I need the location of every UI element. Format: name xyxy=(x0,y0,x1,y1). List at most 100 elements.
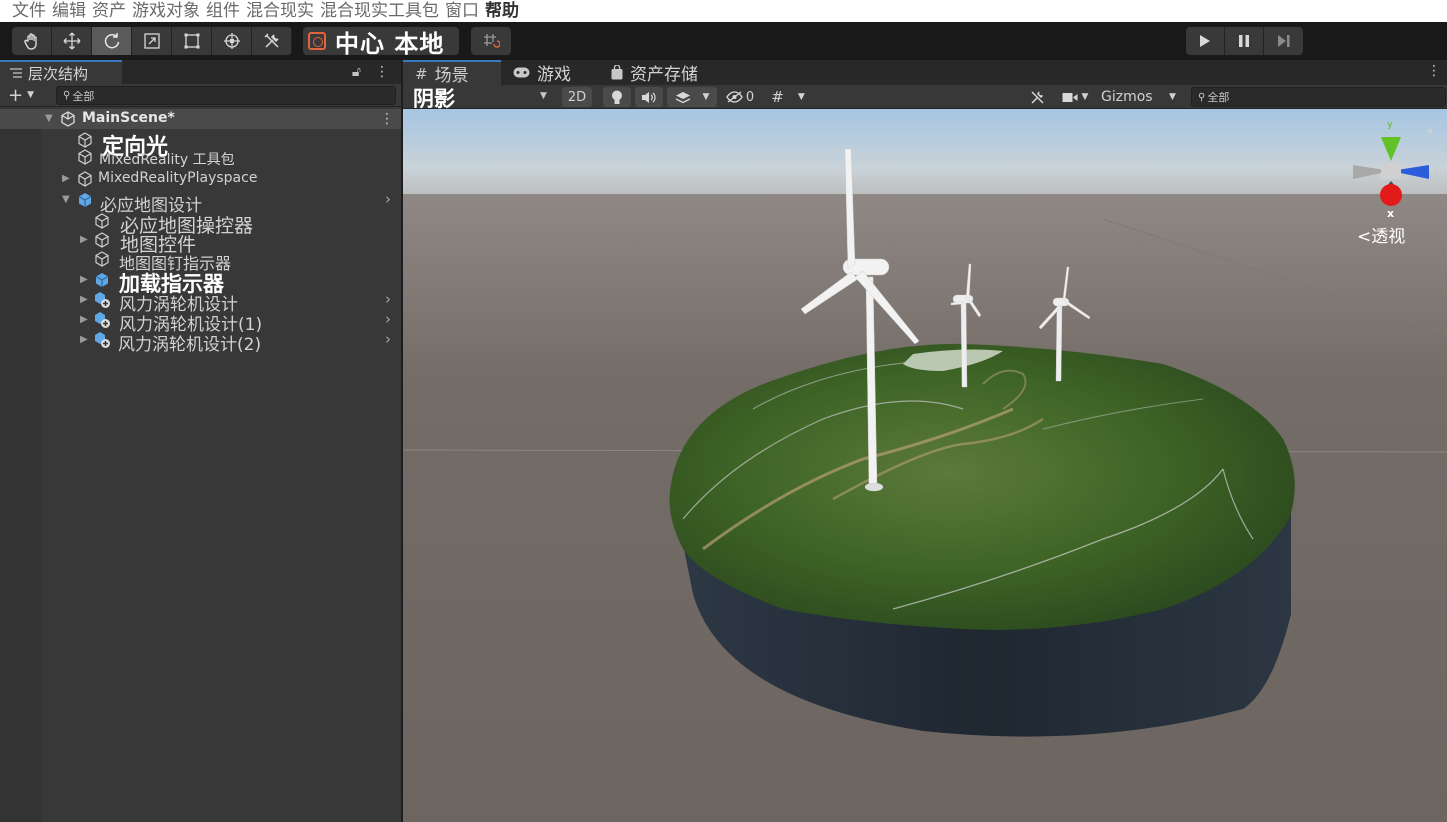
chevron-down-icon: ▼ xyxy=(1081,92,1089,102)
tab-game[interactable]: 游戏 xyxy=(501,60,597,85)
move-tool-button[interactable] xyxy=(52,27,92,55)
shading-mode-dropdown[interactable]: 阴影 ▼ xyxy=(403,85,553,111)
step-icon xyxy=(1277,35,1289,47)
menu-window[interactable]: 窗口 xyxy=(445,0,479,22)
grid-snap-icon xyxy=(484,34,500,48)
hierarchy-item-wind-turbine[interactable]: ▶ 风力涡轮机设计 › xyxy=(0,290,401,315)
pause-icon xyxy=(1239,35,1249,47)
pivot-label: 中心 本地 xyxy=(335,29,445,58)
camera-dropdown[interactable]: ▼ xyxy=(1055,87,1095,107)
menu-assets[interactable]: 资产 xyxy=(92,0,126,22)
scene-search-input[interactable]: ⚲ 全部 xyxy=(1191,87,1446,107)
step-button[interactable] xyxy=(1264,27,1303,55)
hand-tool-button[interactable] xyxy=(12,27,52,55)
expand-arrow-icon[interactable]: ▶ xyxy=(80,334,88,345)
grid-snap-button[interactable] xyxy=(471,27,511,55)
expand-arrow-icon[interactable]: ▶ xyxy=(80,274,88,285)
tab-asset-store[interactable]: 资产存储 xyxy=(599,60,711,85)
grid-dropdown[interactable]: # ▼ xyxy=(763,87,813,107)
lightbulb-icon xyxy=(612,90,622,104)
panel-menu-icon[interactable]: ⋮ xyxy=(375,64,389,80)
pause-button[interactable] xyxy=(1225,27,1264,55)
menu-gameobject[interactable]: 游戏对象 xyxy=(132,0,200,22)
audio-toggle[interactable] xyxy=(635,87,663,107)
tab-hierarchy[interactable]: 层次结构 xyxy=(0,60,122,84)
expand-arrow-icon[interactable]: ▶ xyxy=(80,294,88,305)
hierarchy-tree: ▼ MainScene* ⋮ 定向光 MixedReality 工具包 ▶ Mi… xyxy=(0,108,401,822)
scene-row[interactable]: ▼ MainScene* ⋮ xyxy=(0,109,401,129)
transform-tools xyxy=(12,27,292,55)
scene-panel-menu-icon[interactable]: ⋮ xyxy=(1427,63,1441,79)
hierarchy-title: 层次结构 xyxy=(28,64,89,83)
create-dropdown[interactable]: + ▼ xyxy=(0,85,40,106)
plus-icon: + xyxy=(8,84,24,106)
hierarchy-item-map-control[interactable]: ▶ 地图控件 xyxy=(0,230,401,256)
axis-y-label: y xyxy=(1387,119,1393,130)
menu-mixed-reality[interactable]: 混合现实 xyxy=(246,0,314,22)
expand-arrow-icon[interactable]: ▼ xyxy=(62,194,70,205)
hierarchy-tab-bar: 层次结构 🔓︎ ⋮ xyxy=(0,60,401,84)
item-label: MixedReality 工具包 xyxy=(99,152,235,168)
play-button[interactable] xyxy=(1186,27,1225,55)
menu-help[interactable]: 帮助 xyxy=(485,0,519,22)
axis-z-label: z xyxy=(1433,165,1438,176)
hierarchy-search-input[interactable]: ⚲ 全部 xyxy=(56,86,396,105)
lighting-toggle[interactable] xyxy=(603,87,631,107)
hierarchy-item-wind-turbine-2[interactable]: ▶ 风力涡轮机设计(2) › xyxy=(0,330,401,355)
rect-tool-button[interactable] xyxy=(172,27,212,55)
list-icon xyxy=(10,68,22,78)
chevron-right-icon[interactable]: › xyxy=(385,330,391,348)
chevron-right-icon[interactable]: › xyxy=(385,290,391,308)
menu-edit[interactable]: 编辑 xyxy=(52,0,86,22)
prefab-variant-icon xyxy=(95,312,110,328)
gizmo-lock-icon[interactable]: 🔒︎ xyxy=(1427,125,1432,136)
expand-arrow-icon[interactable]: ▶ xyxy=(62,173,70,184)
play-icon xyxy=(1200,35,1210,47)
hierarchy-item-playspace[interactable]: ▶ MixedRealityPlayspace xyxy=(0,169,401,189)
scale-tool-button[interactable] xyxy=(132,27,172,55)
gameobject-icon xyxy=(78,149,92,165)
transform-tool-button[interactable] xyxy=(212,27,252,55)
hidden-objects-toggle[interactable]: 0 xyxy=(721,87,759,107)
grid-icon: # xyxy=(415,64,428,83)
menu-file[interactable]: 文件 xyxy=(12,0,46,22)
toggle-2d-button[interactable]: 2D xyxy=(562,87,592,107)
effects-dropdown[interactable]: ▼ xyxy=(667,87,717,107)
chevron-right-icon[interactable]: › xyxy=(385,190,391,208)
tools-button[interactable] xyxy=(1023,87,1051,107)
pivot-icon xyxy=(308,32,326,50)
play-controls xyxy=(1186,27,1303,55)
rotate-tool-button[interactable] xyxy=(92,27,132,55)
layers-icon xyxy=(675,91,690,103)
gameobject-icon xyxy=(95,213,109,229)
menu-mrtk[interactable]: 混合现实工具包 xyxy=(320,0,439,22)
hierarchy-item-bing-map[interactable]: ▼ 必应地图设计 › xyxy=(0,190,401,216)
hierarchy-item-map-manipulator[interactable]: 必应地图操控器 xyxy=(0,211,401,237)
move-icon xyxy=(63,32,80,50)
expand-arrow-icon[interactable]: ▼ xyxy=(45,113,53,124)
chevron-down-icon: ▼ xyxy=(702,92,710,102)
scene-viewport[interactable]: y z x 🔒︎ <透视 xyxy=(403,109,1447,822)
lock-icon[interactable]: 🔓︎ xyxy=(352,64,361,80)
perspective-label[interactable]: <透视 xyxy=(1357,227,1405,247)
item-label: 风力涡轮机设计(2) xyxy=(118,335,262,355)
menu-bar: 文件 编辑 资产 游戏对象 组件 混合现实 混合现实工具包 窗口 帮助 xyxy=(0,0,1447,22)
custom-tool-button[interactable] xyxy=(252,27,292,55)
expand-arrow-icon[interactable]: ▶ xyxy=(80,234,88,245)
gamepad-icon xyxy=(513,67,530,78)
menu-component[interactable]: 组件 xyxy=(206,0,240,22)
expand-arrow-icon[interactable]: ▶ xyxy=(80,314,88,325)
chevron-right-icon[interactable]: › xyxy=(385,310,391,328)
prefab-icon xyxy=(78,193,92,207)
prefab-variant-icon xyxy=(95,332,110,348)
pivot-toggle[interactable]: 中心 本地 xyxy=(303,27,459,58)
gizmos-dropdown[interactable]: Gizmos ▼ xyxy=(1097,87,1181,107)
hierarchy-item-mrtk[interactable]: MixedReality 工具包 xyxy=(0,148,401,168)
hierarchy-item-loading-indicator[interactable]: ▶ 加载指示器 xyxy=(0,270,401,296)
hierarchy-item-pin-indicator[interactable]: 地图图钉指示器 xyxy=(0,249,401,273)
scene-menu-icon[interactable]: ⋮ xyxy=(380,111,394,127)
hierarchy-item-wind-turbine-1[interactable]: ▶ 风力涡轮机设计(1) › xyxy=(0,310,401,335)
prefab-variant-icon xyxy=(95,292,110,308)
tab-scene[interactable]: # 场景 xyxy=(403,60,501,86)
hierarchy-item-directional-light[interactable]: 定向光 xyxy=(0,130,401,160)
